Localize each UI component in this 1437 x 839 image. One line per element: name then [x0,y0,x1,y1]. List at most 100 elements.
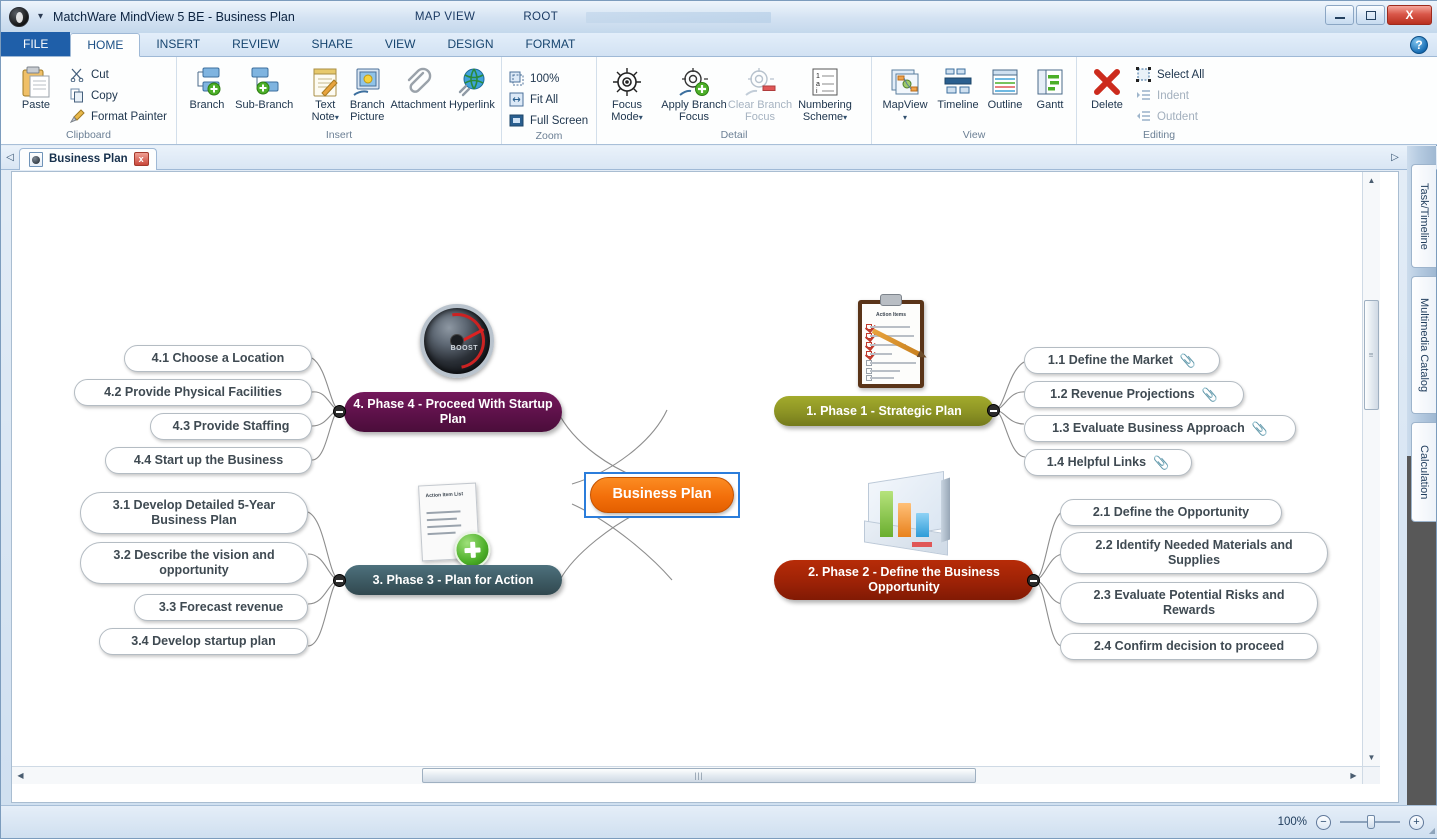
mind-map-canvas[interactable]: Business Plan BOOST 4. Phase 4 - Proceed… [12,172,1380,784]
sub-node-2-4[interactable]: 2.4 Confirm decision to proceed [1060,633,1318,660]
sub-node-3-3[interactable]: 3.3 Forecast revenue [134,594,308,621]
tab-view[interactable]: VIEW [369,32,432,56]
cut-button[interactable]: Cut [67,65,172,84]
hyperlink-button[interactable]: Hyperlink [447,61,497,111]
timeline-button[interactable]: Timeline [934,61,982,111]
branch-node-phase4[interactable]: 4. Phase 4 - Proceed With Startup Plan [344,392,562,432]
sidebar-tab-calculation[interactable]: Calculation [1411,422,1436,522]
clear-branch-focus-button[interactable]: Clear Branch Focus [727,61,793,124]
delete-button[interactable]: Delete [1081,61,1133,111]
branch-picture-button[interactable]: Branch Picture [345,61,390,124]
collapse-toggle-phase3[interactable] [333,574,346,587]
branch-node-phase1[interactable]: 1. Phase 1 - Strategic Plan [774,396,994,426]
sub-branch-button[interactable]: Sub-Branch [233,61,296,111]
outdent-button[interactable]: Outdent [1133,107,1209,126]
scroll-left-icon[interactable]: ◀ [12,767,29,784]
text-note-button[interactable]: Text Note▾ [306,61,345,124]
sub-node-2-2[interactable]: 2.2 Identify Needed Materials and Suppli… [1060,532,1328,574]
mapview-chevron-down-icon[interactable]: ▾ [903,113,907,122]
collapse-toggle-phase2[interactable] [1027,574,1040,587]
delete-label: Delete [1091,99,1123,111]
gantt-button[interactable]: Gantt [1028,61,1072,111]
branch-button[interactable]: Branch [181,61,233,111]
attachment-paperclip-icon: 📎 [1153,455,1169,470]
tab-insert[interactable]: INSERT [140,32,216,56]
close-document-icon[interactable]: x [134,152,149,166]
sub-node-2-1[interactable]: 2.1 Define the Opportunity [1060,499,1282,526]
numbering-scheme-button[interactable]: 1 a i Numbering Scheme▾ [793,61,857,124]
indent-button[interactable]: Indent [1133,86,1209,105]
select-all-button[interactable]: Select All [1133,65,1209,84]
focus-mode-chevron-down-icon[interactable]: ▾ [639,113,643,122]
paste-button[interactable]: Paste [5,61,67,111]
sidebar-tab-multimedia-catalog[interactable]: Multimedia Catalog [1411,276,1436,414]
sub-branch-icon [246,65,282,99]
zoom-out-button[interactable]: − [1316,815,1331,830]
quick-access-toolbar-chevron-down-icon[interactable]: ▾ [38,12,43,22]
sub-node-1-3[interactable]: 1.3 Evaluate Business Approach 📎 [1024,415,1296,442]
sub-node-3-1[interactable]: 3.1 Develop Detailed 5-Year Business Pla… [80,492,308,534]
tab-share[interactable]: SHARE [295,32,368,56]
resize-grip-icon[interactable]: ◢ [1429,826,1435,835]
document-tab-business-plan[interactable]: Business Plan x [19,148,157,170]
root-node-business-plan[interactable]: Business Plan [590,477,734,513]
sub-node-4-2[interactable]: 4.2 Provide Physical Facilities [74,379,312,406]
sub-node-4-1[interactable]: 4.1 Choose a Location [124,345,312,372]
canvas-vertical-scrollbar[interactable]: ▲ ≡ ▼ [1362,172,1380,784]
tab-home[interactable]: HOME [70,33,140,57]
vertical-scroll-thumb[interactable]: ≡ [1364,300,1379,410]
doc-tab-prev-icon[interactable]: ◁ [1,152,19,163]
scroll-up-icon[interactable]: ▲ [1363,172,1380,189]
canvas-horizontal-scrollbar[interactable]: ◀ ||| ▶ [12,766,1380,784]
apply-branch-focus-button[interactable]: Apply Branch Focus [661,61,727,124]
tab-format[interactable]: FORMAT [510,32,592,56]
tab-design[interactable]: DESIGN [432,32,510,56]
focus-mode-button[interactable]: Focus Mode▾ [601,61,653,124]
mapview-button[interactable]: MapView▾ [876,61,934,124]
context-tab-root[interactable]: ROOT [523,11,558,23]
sub-node-4-4[interactable]: 4.4 Start up the Business [105,447,312,474]
action-item-list-image[interactable]: Action Item List [420,484,478,560]
sub-node-1-1[interactable]: 1.1 Define the Market 📎 [1024,347,1220,374]
copy-button[interactable]: Copy [67,86,172,105]
minimize-button[interactable] [1325,5,1354,25]
bar-chart-image[interactable] [864,477,952,557]
clear-focus-icon [744,65,776,99]
context-tab-map-view[interactable]: MAP VIEW [415,11,476,23]
horizontal-scroll-thumb[interactable]: ||| [422,768,976,783]
zoom-100-button[interactable]: 100% [506,69,593,88]
clipboard-checklist-image[interactable]: Action Items [858,300,924,388]
scroll-down-icon[interactable]: ▼ [1363,749,1380,766]
outline-button[interactable]: Outline [982,61,1028,111]
tab-file[interactable]: FILE [1,32,70,56]
gauge-image[interactable]: BOOST [420,304,494,378]
zoom-slider-handle[interactable] [1367,815,1375,829]
collapse-toggle-phase4[interactable] [333,405,346,418]
format-painter-button[interactable]: Format Painter [67,107,172,126]
numbering-chevron-down-icon[interactable]: ▾ [843,113,847,122]
sub-node-4-3[interactable]: 4.3 Provide Staffing [150,413,312,440]
attachment-button[interactable]: Attachment [390,61,447,111]
help-icon[interactable]: ? [1410,36,1428,54]
fit-all-button[interactable]: Fit All [506,90,593,109]
zoom-in-button[interactable]: + [1409,815,1424,830]
tab-review[interactable]: REVIEW [216,32,295,56]
fit-all-label: Fit All [530,94,558,106]
doc-tab-next-icon[interactable]: ▷ [1386,152,1404,163]
sub-node-1-2[interactable]: 1.2 Revenue Projections 📎 [1024,381,1244,408]
collapse-toggle-phase1[interactable] [987,404,1000,417]
text-note-chevron-down-icon[interactable]: ▾ [335,113,339,122]
sidebar-tab-task-timeline[interactable]: Task/Timeline [1411,164,1436,268]
sub-node-3-2[interactable]: 3.2 Describe the vision and opportunity [80,542,308,584]
branch-node-phase2[interactable]: 2. Phase 2 - Define the Business Opportu… [774,560,1034,600]
zoom-slider[interactable] [1340,821,1400,823]
restore-button[interactable] [1356,5,1385,25]
full-screen-button[interactable]: Full Screen [506,111,593,130]
close-button[interactable]: X [1387,5,1432,25]
branch-node-phase3[interactable]: 3. Phase 3 - Plan for Action [344,565,562,595]
sub-node-2-3[interactable]: 2.3 Evaluate Potential Risks and Rewards [1060,582,1318,624]
app-logo-icon[interactable] [9,7,29,27]
sub-node-3-4[interactable]: 3.4 Develop startup plan [99,628,308,655]
scroll-right-icon[interactable]: ▶ [1345,767,1362,784]
sub-node-1-4[interactable]: 1.4 Helpful Links 📎 [1024,449,1192,476]
